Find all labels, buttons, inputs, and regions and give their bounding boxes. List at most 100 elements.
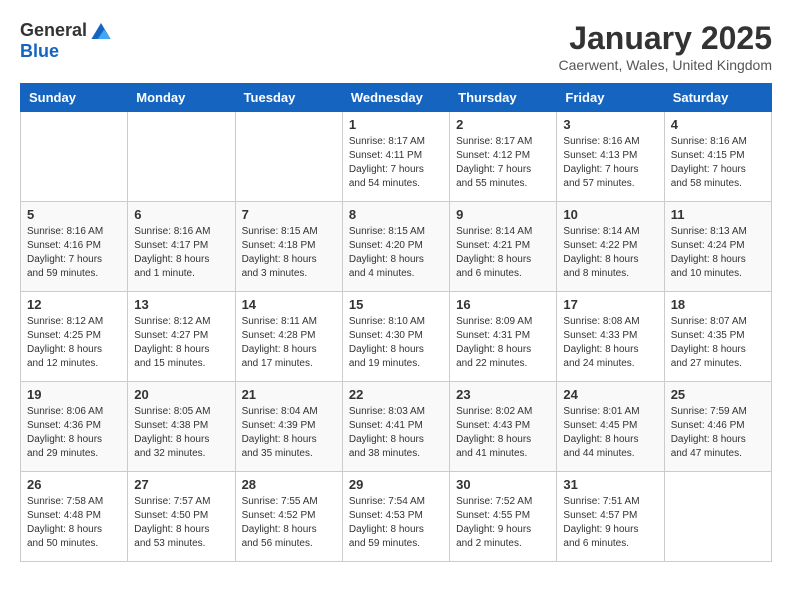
table-row: 13 Sunrise: 8:12 AM Sunset: 4:27 PM Dayli… xyxy=(128,292,235,382)
table-row xyxy=(21,112,128,202)
table-row: 31Sunrise: 7:51 AM Sunset: 4:57 PM Dayli… xyxy=(557,472,664,562)
day-number: 20 xyxy=(134,387,228,402)
day-number: 25 xyxy=(671,387,765,402)
table-row: 2 Sunrise: 8:17 AM Sunset: 4:12 PM Daylig… xyxy=(450,112,557,202)
day-info: Sunrise: 8:12 AM Sunset: 4:25 PM Dayligh… xyxy=(27,315,121,371)
logo-blue-text: Blue xyxy=(20,41,59,62)
day-number: 8 xyxy=(349,207,443,222)
page-header: General Blue January 2025 Caerwent, Wale… xyxy=(20,20,772,73)
logo: General Blue xyxy=(20,20,111,62)
day-info: Sunrise: 7:52 AM Sunset: 4:55 PM Dayligh… xyxy=(456,495,550,551)
header-monday: Monday xyxy=(128,84,235,112)
day-number: 21 xyxy=(242,387,336,402)
day-info: Sunrise: 8:07 AM Sunset: 4:35 PM Dayligh… xyxy=(671,315,765,371)
day-info: Sunrise: 8:08 AM Sunset: 4:33 PM Dayligh… xyxy=(563,315,657,371)
day-number: 3 xyxy=(563,117,657,132)
day-info: Sunrise: 8:16 AM Sunset: 4:13 PM Dayligh… xyxy=(563,135,657,191)
day-info: Sunrise: 8:14 AM Sunset: 4:21 PM Dayligh… xyxy=(456,225,550,281)
table-row: 1Sunrise: 8:17 AM Sunset: 4:11 PM Daylig… xyxy=(342,112,449,202)
table-row: 21 Sunrise: 8:04 AM Sunset: 4:39 PM Dayli… xyxy=(235,382,342,472)
day-info: Sunrise: 8:17 AM Sunset: 4:11 PM Dayligh… xyxy=(349,135,443,191)
day-info: Sunrise: 8:11 AM Sunset: 4:28 PM Dayligh… xyxy=(242,315,336,371)
day-number: 23 xyxy=(456,387,550,402)
day-number: 26 xyxy=(27,477,121,492)
table-row: 16 Sunrise: 8:09 AM Sunset: 4:31 PM Dayli… xyxy=(450,292,557,382)
day-info: Sunrise: 7:57 AM Sunset: 4:50 PM Dayligh… xyxy=(134,495,228,551)
table-row: 8 Sunrise: 8:15 AM Sunset: 4:20 PM Daylig… xyxy=(342,202,449,292)
day-number: 16 xyxy=(456,297,550,312)
table-row: 10Sunrise: 8:14 AM Sunset: 4:22 PM Dayli… xyxy=(557,202,664,292)
day-info: Sunrise: 7:54 AM Sunset: 4:53 PM Dayligh… xyxy=(349,495,443,551)
table-row: 28 Sunrise: 7:55 AM Sunset: 4:52 PM Dayli… xyxy=(235,472,342,562)
table-row: 27 Sunrise: 7:57 AM Sunset: 4:50 PM Dayli… xyxy=(128,472,235,562)
day-info: Sunrise: 7:55 AM Sunset: 4:52 PM Dayligh… xyxy=(242,495,336,551)
calendar-table: Sunday Monday Tuesday Wednesday Thursday… xyxy=(20,83,772,562)
table-row: 20 Sunrise: 8:05 AM Sunset: 4:38 PM Dayli… xyxy=(128,382,235,472)
title-area: January 2025 Caerwent, Wales, United Kin… xyxy=(559,20,772,73)
table-row: 19 Sunrise: 8:06 AM Sunset: 4:36 PM Dayli… xyxy=(21,382,128,472)
day-info: Sunrise: 8:02 AM Sunset: 4:43 PM Dayligh… xyxy=(456,405,550,461)
header-wednesday: Wednesday xyxy=(342,84,449,112)
day-number: 10 xyxy=(563,207,657,222)
day-number: 19 xyxy=(27,387,121,402)
table-row xyxy=(235,112,342,202)
day-info: Sunrise: 8:13 AM Sunset: 4:24 PM Dayligh… xyxy=(671,225,765,281)
table-row: 9 Sunrise: 8:14 AM Sunset: 4:21 PM Daylig… xyxy=(450,202,557,292)
day-number: 13 xyxy=(134,297,228,312)
table-row: 3 Sunrise: 8:16 AM Sunset: 4:13 PM Daylig… xyxy=(557,112,664,202)
table-row: 12 Sunrise: 8:12 AM Sunset: 4:25 PM Dayli… xyxy=(21,292,128,382)
day-info: Sunrise: 8:04 AM Sunset: 4:39 PM Dayligh… xyxy=(242,405,336,461)
day-info: Sunrise: 8:15 AM Sunset: 4:18 PM Dayligh… xyxy=(242,225,336,281)
table-row: 26 Sunrise: 7:58 AM Sunset: 4:48 PM Dayli… xyxy=(21,472,128,562)
day-info: Sunrise: 7:51 AM Sunset: 4:57 PM Dayligh… xyxy=(563,495,657,551)
day-info: Sunrise: 8:16 AM Sunset: 4:16 PM Dayligh… xyxy=(27,225,121,281)
table-row: 17 Sunrise: 8:08 AM Sunset: 4:33 PM Dayli… xyxy=(557,292,664,382)
day-info: Sunrise: 8:15 AM Sunset: 4:20 PM Dayligh… xyxy=(349,225,443,281)
day-number: 2 xyxy=(456,117,550,132)
day-info: Sunrise: 8:06 AM Sunset: 4:36 PM Dayligh… xyxy=(27,405,121,461)
day-number: 7 xyxy=(242,207,336,222)
day-info: Sunrise: 8:09 AM Sunset: 4:31 PM Dayligh… xyxy=(456,315,550,371)
day-number: 17 xyxy=(563,297,657,312)
table-row: 30Sunrise: 7:52 AM Sunset: 4:55 PM Dayli… xyxy=(450,472,557,562)
table-row: 11 Sunrise: 8:13 AM Sunset: 4:24 PM Dayli… xyxy=(664,202,771,292)
day-number: 28 xyxy=(242,477,336,492)
day-number: 29 xyxy=(349,477,443,492)
day-number: 22 xyxy=(349,387,443,402)
table-row: 6 Sunrise: 8:16 AM Sunset: 4:17 PM Daylig… xyxy=(128,202,235,292)
calendar-week-2: 5Sunrise: 8:16 AM Sunset: 4:16 PM Daylig… xyxy=(21,202,772,292)
day-number: 24 xyxy=(563,387,657,402)
table-row: 18 Sunrise: 8:07 AM Sunset: 4:35 PM Dayli… xyxy=(664,292,771,382)
day-number: 11 xyxy=(671,207,765,222)
calendar-week-3: 12 Sunrise: 8:12 AM Sunset: 4:25 PM Dayli… xyxy=(21,292,772,382)
table-row: 15Sunrise: 8:10 AM Sunset: 4:30 PM Dayli… xyxy=(342,292,449,382)
day-info: Sunrise: 8:17 AM Sunset: 4:12 PM Dayligh… xyxy=(456,135,550,191)
day-info: Sunrise: 8:05 AM Sunset: 4:38 PM Dayligh… xyxy=(134,405,228,461)
day-info: Sunrise: 8:10 AM Sunset: 4:30 PM Dayligh… xyxy=(349,315,443,371)
calendar-week-4: 19 Sunrise: 8:06 AM Sunset: 4:36 PM Dayli… xyxy=(21,382,772,472)
header-thursday: Thursday xyxy=(450,84,557,112)
header-saturday: Saturday xyxy=(664,84,771,112)
header-tuesday: Tuesday xyxy=(235,84,342,112)
day-info: Sunrise: 8:16 AM Sunset: 4:17 PM Dayligh… xyxy=(134,225,228,281)
day-info: Sunrise: 7:58 AM Sunset: 4:48 PM Dayligh… xyxy=(27,495,121,551)
day-number: 9 xyxy=(456,207,550,222)
table-row: 4Sunrise: 8:16 AM Sunset: 4:15 PM Daylig… xyxy=(664,112,771,202)
month-title: January 2025 xyxy=(559,20,772,57)
location-text: Caerwent, Wales, United Kingdom xyxy=(559,57,772,73)
day-number: 18 xyxy=(671,297,765,312)
day-number: 27 xyxy=(134,477,228,492)
table-row: 23 Sunrise: 8:02 AM Sunset: 4:43 PM Dayli… xyxy=(450,382,557,472)
table-row: 22Sunrise: 8:03 AM Sunset: 4:41 PM Dayli… xyxy=(342,382,449,472)
day-number: 6 xyxy=(134,207,228,222)
day-info: Sunrise: 8:12 AM Sunset: 4:27 PM Dayligh… xyxy=(134,315,228,371)
day-number: 4 xyxy=(671,117,765,132)
table-row: 14Sunrise: 8:11 AM Sunset: 4:28 PM Dayli… xyxy=(235,292,342,382)
table-row: 29 Sunrise: 7:54 AM Sunset: 4:53 PM Dayli… xyxy=(342,472,449,562)
header-sunday: Sunday xyxy=(21,84,128,112)
table-row: 7 Sunrise: 8:15 AM Sunset: 4:18 PM Daylig… xyxy=(235,202,342,292)
calendar-header-row: Sunday Monday Tuesday Wednesday Thursday… xyxy=(21,84,772,112)
table-row: 25Sunrise: 7:59 AM Sunset: 4:46 PM Dayli… xyxy=(664,382,771,472)
day-number: 12 xyxy=(27,297,121,312)
calendar-week-5: 26 Sunrise: 7:58 AM Sunset: 4:48 PM Dayli… xyxy=(21,472,772,562)
